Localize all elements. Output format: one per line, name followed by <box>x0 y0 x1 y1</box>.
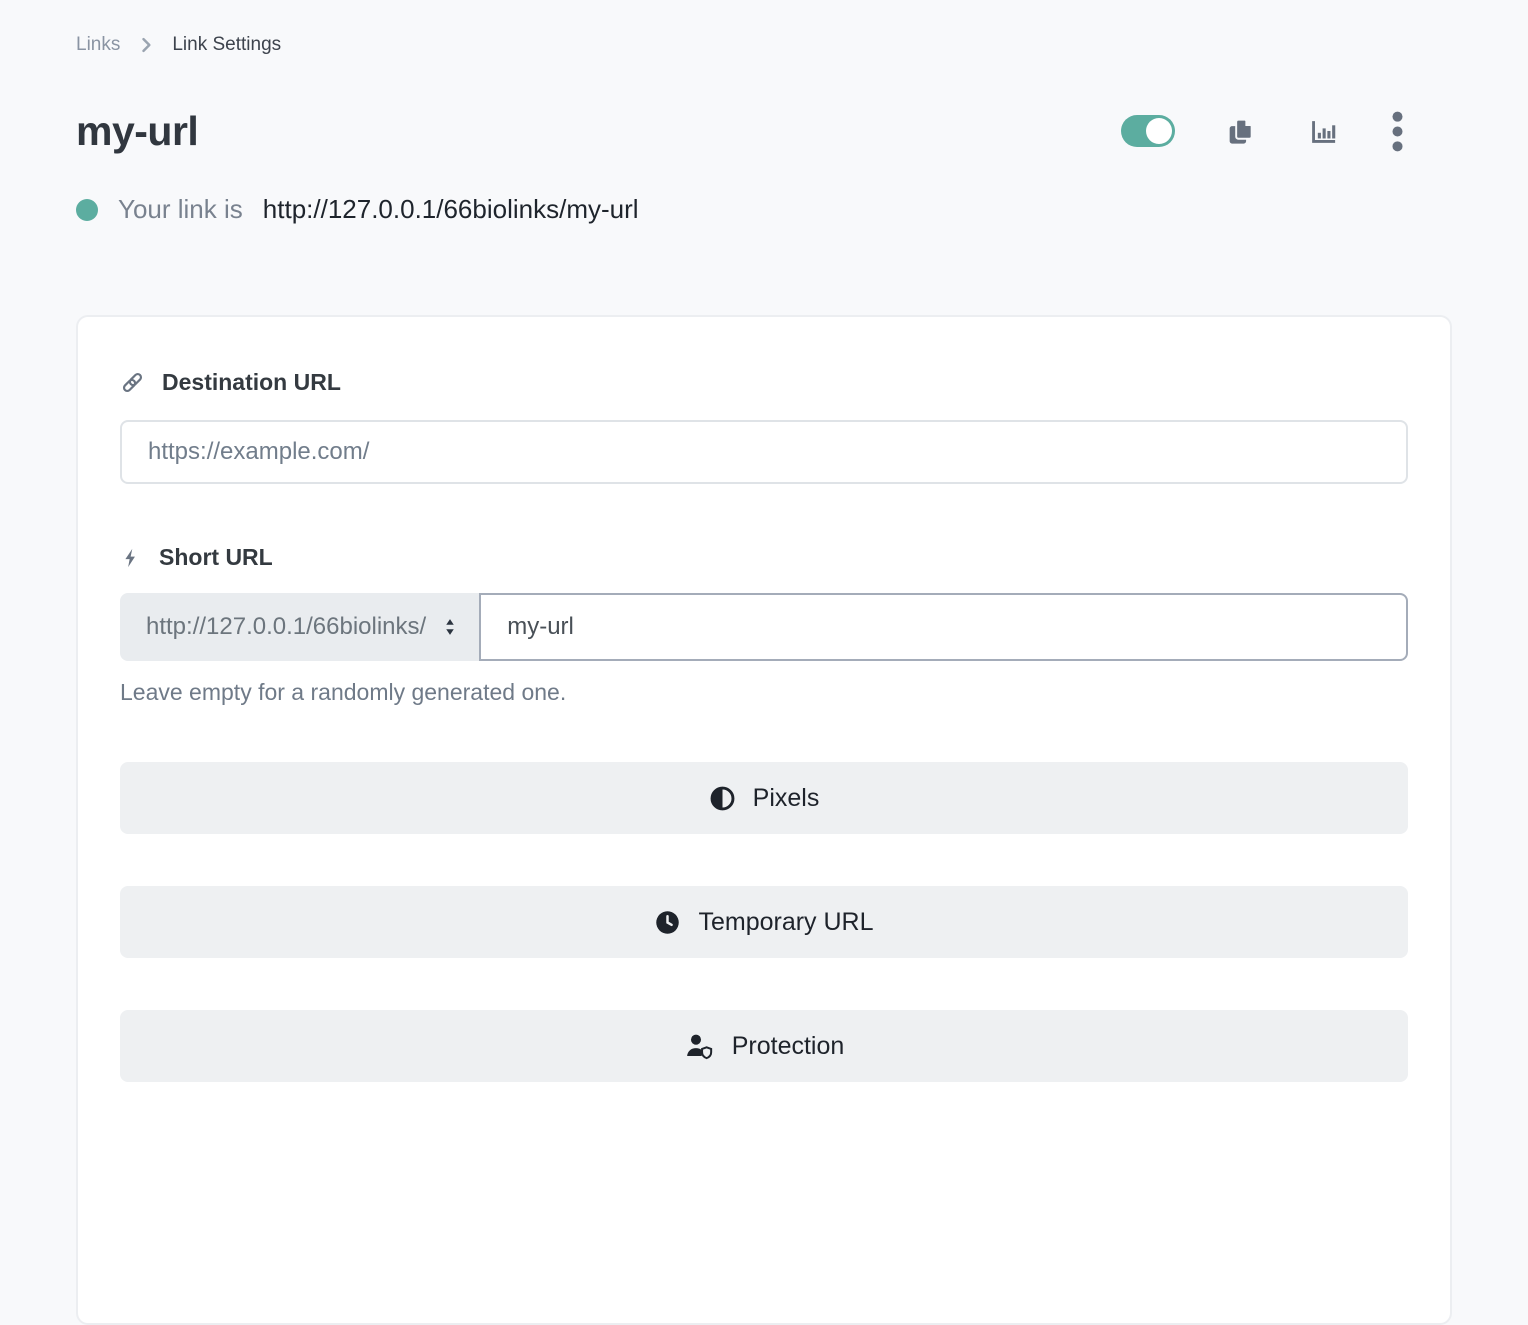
chevron-right-icon <box>136 35 156 55</box>
link-icon <box>120 370 145 395</box>
page: Links Link Settings my-url <box>0 0 1528 1325</box>
kebab-menu-icon <box>1391 109 1404 154</box>
destination-url-input[interactable] <box>120 420 1408 484</box>
link-status-row: Your link is http://127.0.0.1/66biolinks… <box>76 194 1452 225</box>
link-active-toggle[interactable] <box>1121 115 1175 147</box>
stats-icon <box>1308 116 1339 147</box>
short-url-domain-value: http://127.0.0.1/66biolinks/ <box>146 613 426 641</box>
pixels-button-label: Pixels <box>753 784 820 813</box>
copy-icon <box>1227 117 1256 146</box>
short-url-input[interactable] <box>479 593 1408 661</box>
status-dot <box>76 199 98 221</box>
select-caret-icon <box>441 616 459 638</box>
protection-button-label: Protection <box>732 1032 845 1061</box>
temporary-url-button-label: Temporary URL <box>698 908 873 937</box>
adjust-icon <box>709 785 736 812</box>
breadcrumb-current: Link Settings <box>172 31 281 58</box>
header-row: my-url <box>76 102 1452 160</box>
temporary-url-section-button[interactable]: Temporary URL <box>120 886 1408 958</box>
destination-url-label-text: Destination URL <box>162 369 341 396</box>
short-url-help-text: Leave empty for a randomly generated one… <box>120 679 1408 706</box>
status-prefix: Your link is <box>118 194 243 225</box>
more-options-button[interactable] <box>1391 109 1404 154</box>
page-title: my-url <box>76 108 198 155</box>
short-url-domain-select[interactable]: http://127.0.0.1/66biolinks/ <box>120 593 479 661</box>
destination-url-label: Destination URL <box>120 369 1408 396</box>
toggle-knob <box>1146 118 1172 144</box>
header-actions <box>1121 109 1404 154</box>
clock-icon <box>654 909 681 936</box>
bolt-icon <box>120 546 142 570</box>
short-url-label-text: Short URL <box>159 544 273 571</box>
short-url-label: Short URL <box>120 544 1408 571</box>
statistics-button[interactable] <box>1308 116 1339 147</box>
breadcrumb: Links Link Settings <box>76 0 1452 58</box>
user-shield-icon <box>684 1032 715 1060</box>
protection-section-button[interactable]: Protection <box>120 1010 1408 1082</box>
breadcrumb-links[interactable]: Links <box>76 31 120 58</box>
short-url-input-group: http://127.0.0.1/66biolinks/ <box>120 593 1408 661</box>
copy-link-button[interactable] <box>1227 117 1256 146</box>
status-url: http://127.0.0.1/66biolinks/my-url <box>263 194 639 225</box>
link-settings-card: Destination URL Short URL http://127.0.0… <box>76 315 1452 1325</box>
pixels-section-button[interactable]: Pixels <box>120 762 1408 834</box>
